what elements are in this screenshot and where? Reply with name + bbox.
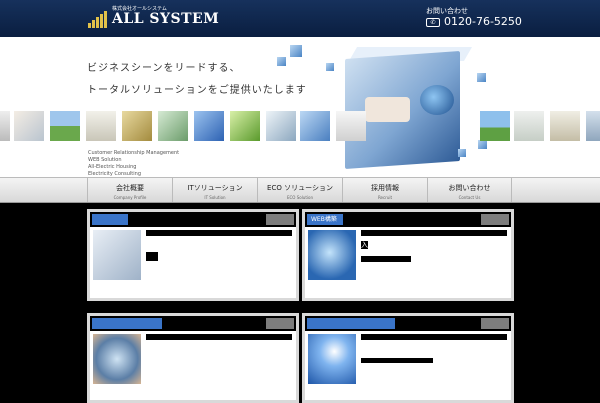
nav-label: 採用情報 [371, 184, 399, 192]
global-nav: 会社概要 Company Profile ITソリューション IT Soluti… [0, 177, 600, 203]
card-title-badge[interactable] [92, 318, 162, 329]
card-more-button[interactable] [481, 214, 509, 225]
service-item: Customer Relationship Management [88, 150, 180, 156]
service-item: WEB Solution [88, 157, 122, 163]
thumb-screen [266, 111, 296, 141]
nav-label: お問い合わせ [448, 184, 491, 192]
info-card [87, 209, 299, 301]
service-item: All-Electric Housing [88, 164, 137, 170]
nav-sub-label: Company Profile [113, 195, 147, 200]
card-header [90, 212, 296, 227]
card-header [305, 316, 511, 331]
thumb-leaf [230, 111, 260, 141]
card-more-button[interactable] [266, 318, 294, 329]
thumb-edge [586, 111, 600, 141]
hero-banner: ビジネスシーンをリードする、 トータルソリューションをご提供いたします Cust… [0, 37, 600, 177]
card-text: 入 [361, 241, 368, 249]
thumb-white [336, 111, 366, 141]
free-dial-icon: ✆ [426, 18, 440, 27]
phone-number[interactable]: 0120-76-5250 [444, 15, 522, 28]
nav-eco-solution[interactable]: ECO ソリューション ECO Solution [257, 178, 342, 202]
card-text-line [361, 358, 433, 363]
card-text-line [361, 334, 507, 340]
hero-tagline-2: トータルソリューションをご提供いたします [87, 85, 307, 96]
thumb-field-2 [480, 111, 510, 141]
photo-strip [0, 111, 600, 143]
nav-sub-label: Contact Us [458, 195, 481, 200]
card-text-line [361, 256, 411, 262]
floating-cube [326, 63, 334, 71]
logo-bars-icon[interactable] [88, 8, 110, 28]
card-text-line [146, 252, 158, 261]
nav-label: ITソリューション [187, 184, 243, 192]
nav-recruit[interactable]: 採用情報 Recruit [342, 178, 427, 202]
nav-label: ECO ソリューション [267, 184, 333, 192]
floating-cube [277, 57, 286, 66]
info-card: WEB構築 入 [302, 209, 514, 301]
service-list: Customer Relationship Management WEB Sol… [88, 150, 179, 178]
site-header: 株式会社オールシステム ALL SYSTEM お問い合わせ ✆ 0120-76-… [0, 0, 600, 37]
thumb-person [14, 111, 44, 141]
card-title-badge[interactable] [92, 214, 128, 225]
thumb-lamp [550, 111, 580, 141]
card-text-line [146, 230, 292, 236]
info-card [87, 313, 299, 403]
company-logo-text[interactable]: ALL SYSTEM [112, 11, 219, 27]
info-card [302, 313, 514, 403]
nav-sub-label: Recruit [377, 195, 393, 200]
nav-contact[interactable]: お問い合わせ Contact Us [427, 178, 512, 202]
card-more-button[interactable] [266, 214, 294, 225]
thumb-gold [122, 111, 152, 141]
thumb-keyboard [194, 111, 224, 141]
card-text-line [146, 334, 292, 340]
thumb-drop [158, 111, 188, 141]
card-image-solar[interactable] [308, 334, 356, 384]
floating-cube [290, 45, 302, 57]
nav-it-solution[interactable]: ITソリューション IT Solution [172, 178, 257, 202]
thumb-interior [514, 111, 544, 141]
card-image-earth-hands[interactable] [93, 334, 141, 384]
hero-cube-image [345, 47, 475, 170]
card-title-badge[interactable] [307, 318, 395, 329]
card-header: WEB構築 [305, 212, 511, 227]
nav-sub-label: ECO Solution [286, 195, 314, 200]
card-text-line [361, 230, 507, 236]
nav-company-profile[interactable]: 会社概要 Company Profile [87, 178, 172, 202]
card-title-badge[interactable]: WEB構築 [307, 214, 343, 225]
hero-tagline-1: ビジネスシーンをリードする、 [87, 63, 241, 74]
nav-sub-label: IT Solution [204, 195, 226, 200]
card-header [90, 316, 296, 331]
floating-cube [477, 73, 486, 82]
thumb-blue [300, 111, 330, 141]
thumb-field [50, 111, 80, 141]
card-more-button[interactable] [481, 318, 509, 329]
card-image-globe[interactable] [308, 230, 356, 280]
thumb-office [0, 111, 10, 141]
thumb-room [86, 111, 116, 141]
floating-cube [458, 149, 466, 157]
card-image-phone[interactable] [93, 230, 141, 280]
nav-label: 会社概要 [116, 184, 144, 192]
